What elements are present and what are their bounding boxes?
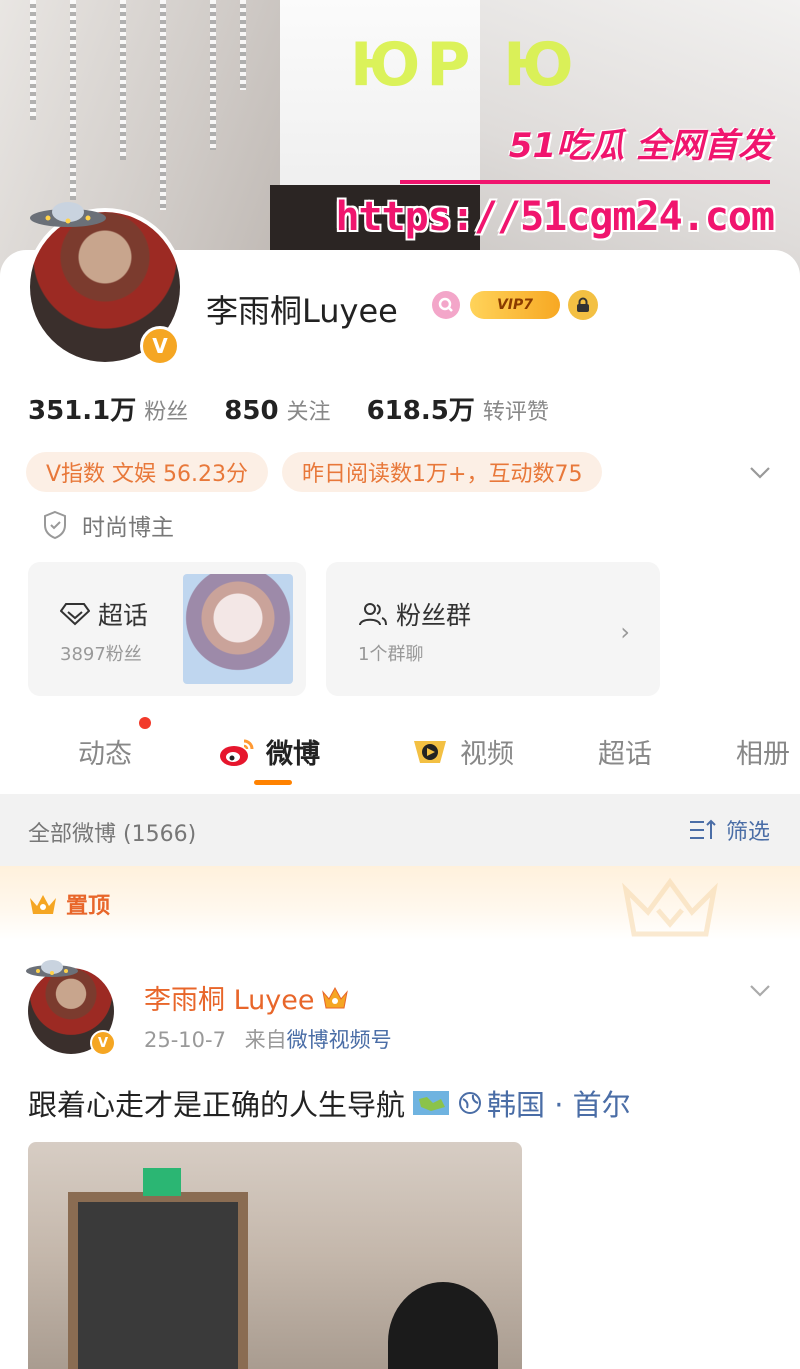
profile-stats: 351.1万 粉丝 850 关注 618.5万 转评赞 [28,390,549,427]
post-location-link[interactable]: 韩国 · 首尔 [457,1082,631,1124]
image-person [388,1282,498,1369]
cover-fringe [160,0,166,210]
post-author-name: 李雨桐 Luyee [144,985,315,1016]
cover-fringe [240,0,246,90]
stat-number: 351.1万 [28,396,137,426]
fans-group-title-text: 粉丝群 [396,601,472,630]
post-text-body: 跟着心走才是正确的人生导航 [28,1088,406,1122]
stat-label: 转评赞 [482,400,549,425]
chaohua-sub: 3897粉丝 [60,644,142,665]
profile-tabs: 动态 微博 视频 超话 相册 [0,726,800,792]
reads-pill[interactable]: 昨日阅读数1万+，互动数75 [282,452,603,492]
stat-interactions[interactable]: 618.5万 转评赞 [367,390,549,427]
chaohua-title: 超话 [60,596,148,632]
filter-bar: 全部微博 (1566) 筛选 [0,794,800,866]
chevron-down-icon[interactable] [746,976,774,1004]
tagline-text: 时尚博主 [82,515,174,541]
weibo-count: 全部微博 (1566) [28,822,197,847]
cover-fringe [120,0,126,160]
post-text: 跟着心走才是正确的人生导航 韩国 · 首尔 [28,1082,631,1124]
location-globe-icon [459,1092,482,1114]
filter-icon [689,819,716,839]
post-image[interactable] [28,1142,522,1369]
diamond-icon [60,603,90,626]
notification-dot [139,717,151,729]
post-author[interactable]: 李雨桐 Luyee [144,978,350,1017]
fans-group-title: 粉丝群 [358,596,471,632]
stat-label: 关注 [286,400,331,425]
tab-label: 微博 [266,739,320,770]
post-date: 25-10-7 [144,1028,226,1052]
tab-label: 视频 [460,739,514,770]
cover-fringe [30,0,36,120]
tab-video[interactable]: 视频 [410,732,514,771]
cover-fringe [70,0,76,200]
fans-group-tile[interactable]: 粉丝群 1个群聊 › [326,562,660,696]
chevron-down-icon[interactable] [746,458,774,486]
post-location-text: 韩国 · 首尔 [487,1088,631,1122]
stat-following[interactable]: 850 关注 [224,394,330,426]
chevron-right-icon: › [620,618,630,646]
tab-dynamics[interactable]: 动态 [78,732,132,771]
ufo-decoration-icon [30,202,106,227]
stat-followers[interactable]: 351.1万 粉丝 [28,390,188,427]
image-door [68,1192,248,1369]
stat-label: 粉丝 [144,400,189,425]
video-play-icon [414,740,446,763]
chaohua-thumbnail [183,574,293,684]
lock-badge-icon[interactable] [568,290,598,320]
chaohua-title-text: 超话 [98,601,149,630]
fans-group-sub: 1个群聊 [358,644,424,665]
tab-label: 相册 [736,739,790,770]
shield-check-icon [44,510,66,540]
group-icon [359,603,387,626]
image-exit-sign [143,1168,181,1196]
active-tab-indicator [254,780,292,785]
cover-neon-text: ЮP Ю [350,30,580,100]
tab-weibo[interactable]: 微博 [218,732,320,771]
ufo-decoration-icon [26,960,78,977]
crown-badge-icon [322,986,349,1008]
profile-name: 李雨桐Luyee [206,292,398,330]
watermark-line [400,180,770,184]
cover-fringe [210,0,216,150]
profile-tagline: 时尚博主 [42,508,174,542]
tab-album[interactable]: 相册 [736,732,790,771]
stat-number: 618.5万 [366,396,475,426]
post-meta: 25-10-7 来自微博视频号 [144,1024,392,1054]
weibo-logo-icon [220,739,254,766]
info-pills: V指数 文娱 56.23分 昨日阅读数1万+，互动数75 [26,452,603,492]
pinned-banner: 置顶 [0,866,800,940]
post-verified-badge: V [90,1030,116,1056]
crown-icon [30,895,56,914]
verified-badge: V [140,326,180,366]
map-emoji-icon [413,1091,450,1115]
filter-label: 筛选 [725,820,770,845]
tab-label: 超话 [598,739,652,770]
feature-tiles: 超话 3897粉丝 粉丝群 1个群聊 › [28,562,660,696]
post-source-link[interactable]: 微博视频号 [287,1028,392,1052]
pinned-label: 置顶 [28,888,110,920]
watermark-url: https://51cgm24.com [335,194,775,240]
search-icon[interactable] [432,291,460,319]
tab-label: 动态 [78,739,132,770]
chaohua-tile[interactable]: 超话 3897粉丝 [28,562,306,696]
v-index-pill[interactable]: V指数 文娱 56.23分 [26,452,269,492]
vip-badge[interactable]: VIP7 [470,291,560,319]
watermark-title: 51吃瓜 全网首发 [508,126,772,166]
pinned-text: 置顶 [66,894,111,919]
crown-watermark-icon [622,877,718,937]
tab-chaohua[interactable]: 超话 [598,732,652,771]
filter-button[interactable]: 筛选 [688,814,770,846]
post-from-prefix: 来自 [244,1028,287,1052]
stat-number: 850 [224,396,279,426]
